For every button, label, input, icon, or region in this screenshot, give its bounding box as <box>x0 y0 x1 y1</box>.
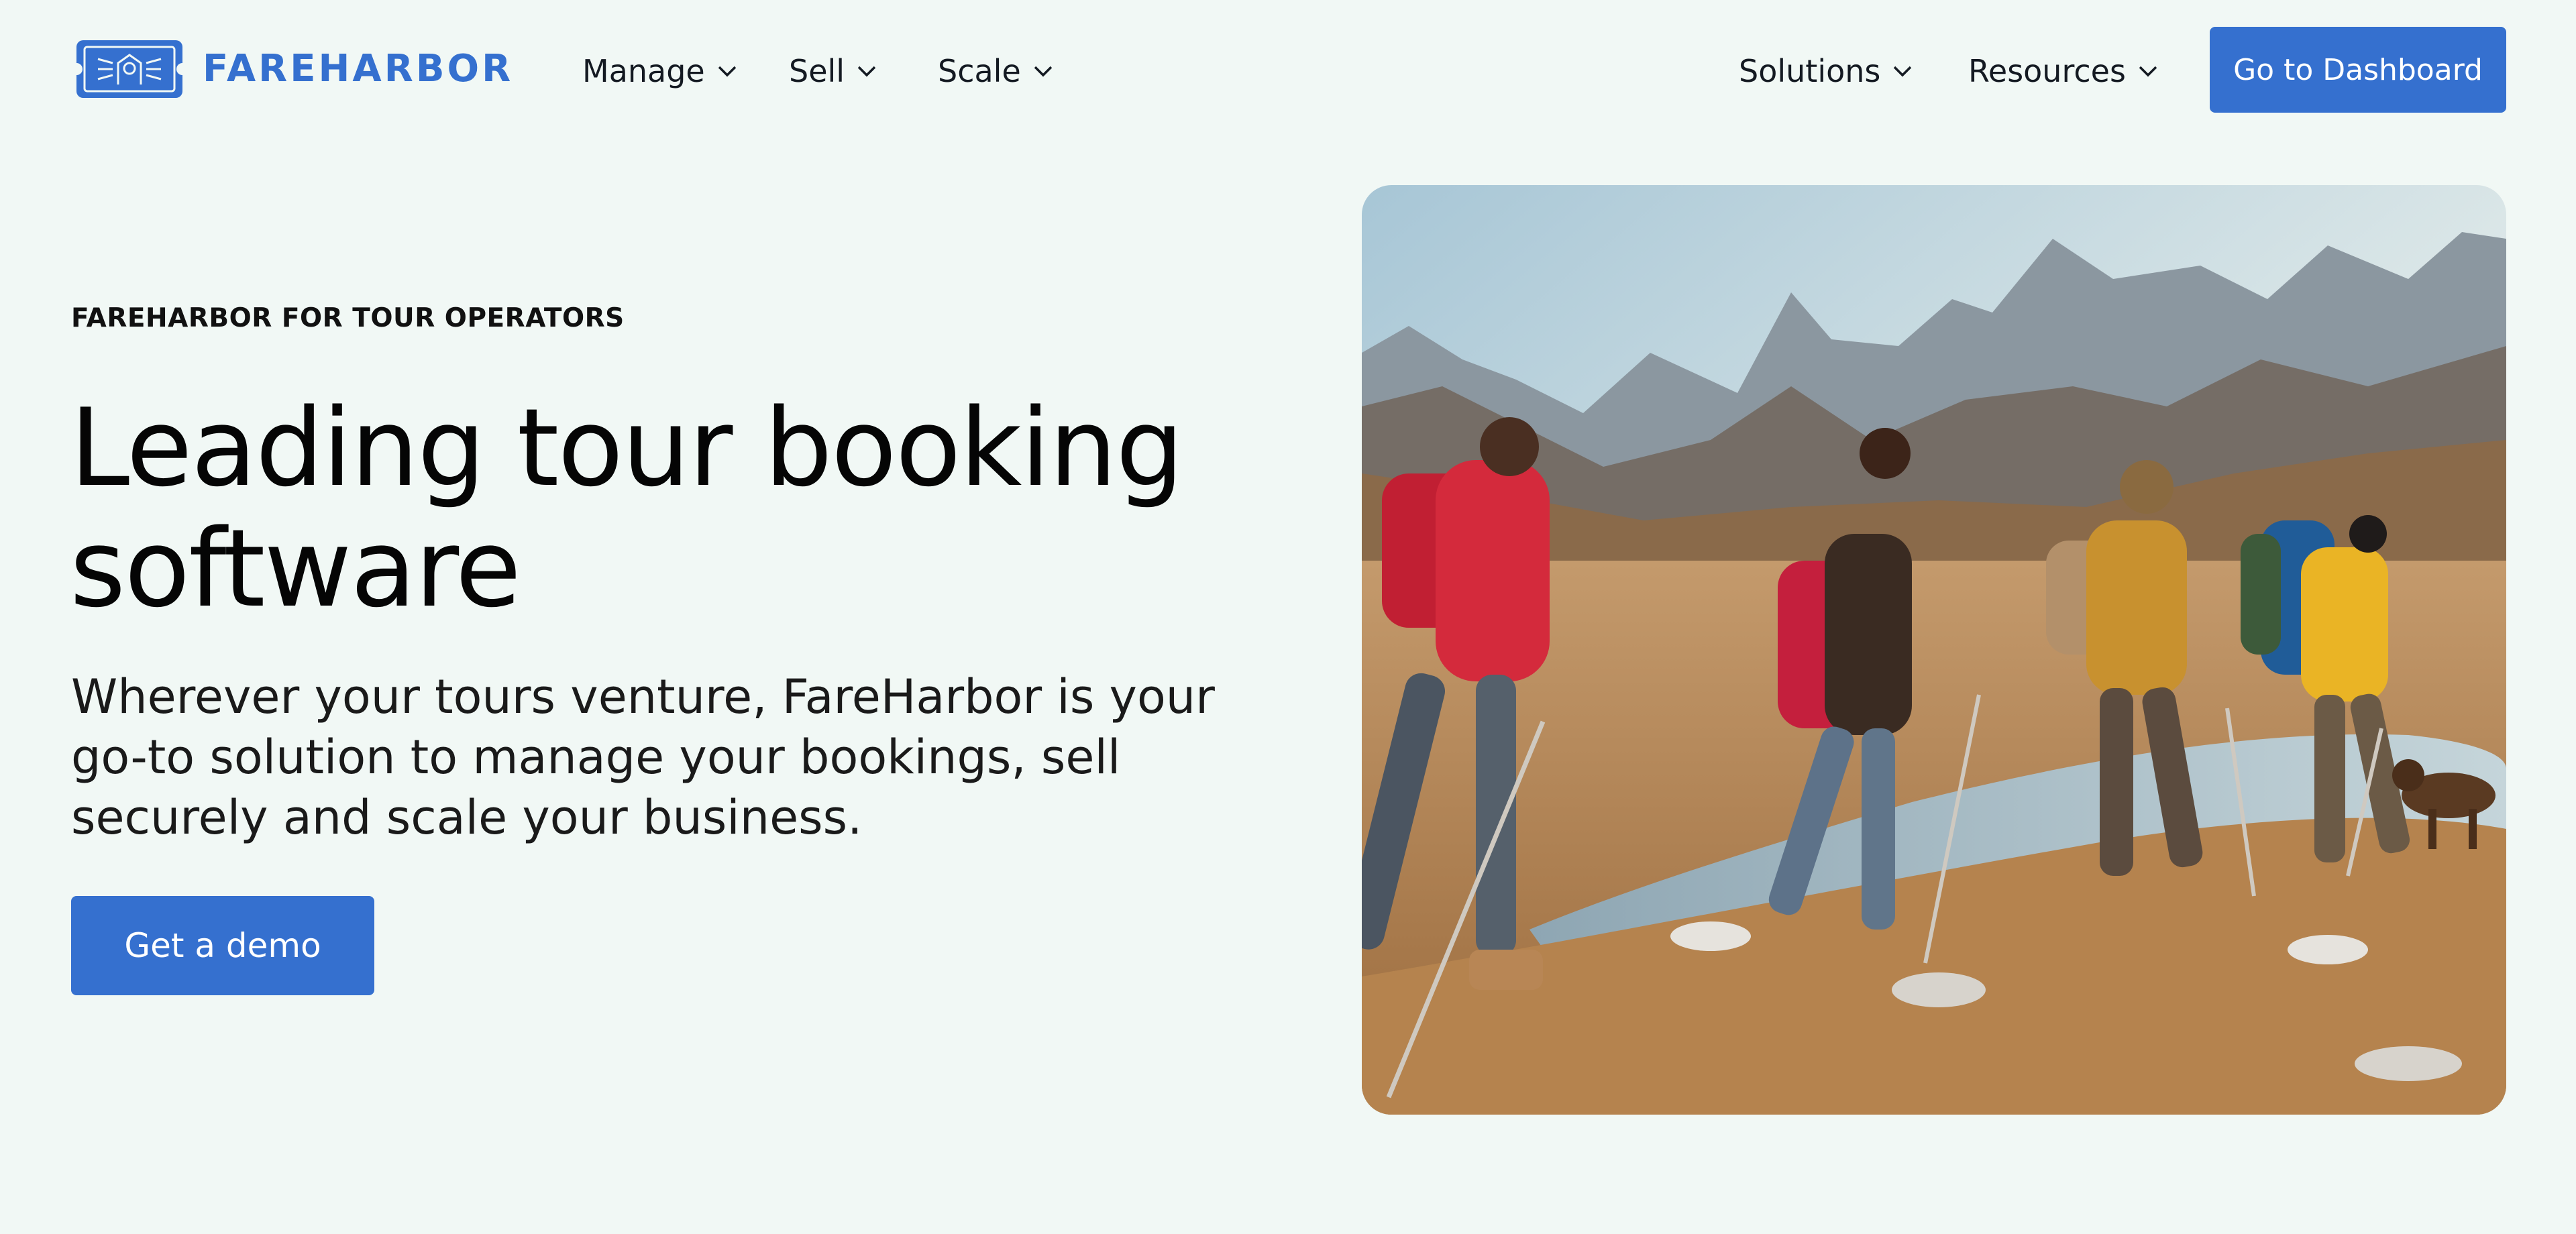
chevron-down-icon <box>1894 66 1912 77</box>
chevron-down-icon <box>1034 66 1053 77</box>
hikers-in-mountains-photo <box>1362 185 2506 1115</box>
nav-scale-label: Scale <box>938 53 1021 89</box>
hero-subheadline: Wherever your tours venture, FareHarbor … <box>71 669 1215 845</box>
chevron-down-icon <box>718 66 736 77</box>
get-a-demo-button[interactable]: Get a demo <box>71 896 374 995</box>
nav-solutions-label: Solutions <box>1739 53 1881 89</box>
nav-sell[interactable]: Sell <box>789 50 877 93</box>
nav-manage[interactable]: Manage <box>582 50 737 93</box>
hero-headline-line-2: software <box>70 506 521 631</box>
go-to-dashboard-button[interactable]: Go to Dashboard <box>2210 27 2506 113</box>
nav-solutions[interactable]: Solutions <box>1739 50 1913 93</box>
hero-image <box>1362 185 2506 1115</box>
logo-wordmark: FAREHARBOR <box>203 47 514 91</box>
hero-headline-line-1: Leading tour booking <box>70 385 1184 510</box>
hero-headline: Leading tour booking software <box>70 388 1304 629</box>
nav-resources-label: Resources <box>1968 53 2126 89</box>
chevron-down-icon <box>857 66 876 77</box>
nav-resources[interactable]: Resources <box>1968 50 2158 93</box>
hero-eyebrow: FAREHARBOR FOR TOUR OPERATORS <box>71 303 625 333</box>
ticket-logo-icon <box>71 40 188 98</box>
chevron-down-icon <box>2139 66 2157 77</box>
site-header: FAREHARBOR Manage Sell Scale Solutions R… <box>0 0 2576 141</box>
fareharbor-logo[interactable]: FAREHARBOR <box>71 36 513 102</box>
nav-scale[interactable]: Scale <box>938 50 1053 93</box>
nav-manage-label: Manage <box>582 53 705 89</box>
nav-sell-label: Sell <box>789 53 845 89</box>
